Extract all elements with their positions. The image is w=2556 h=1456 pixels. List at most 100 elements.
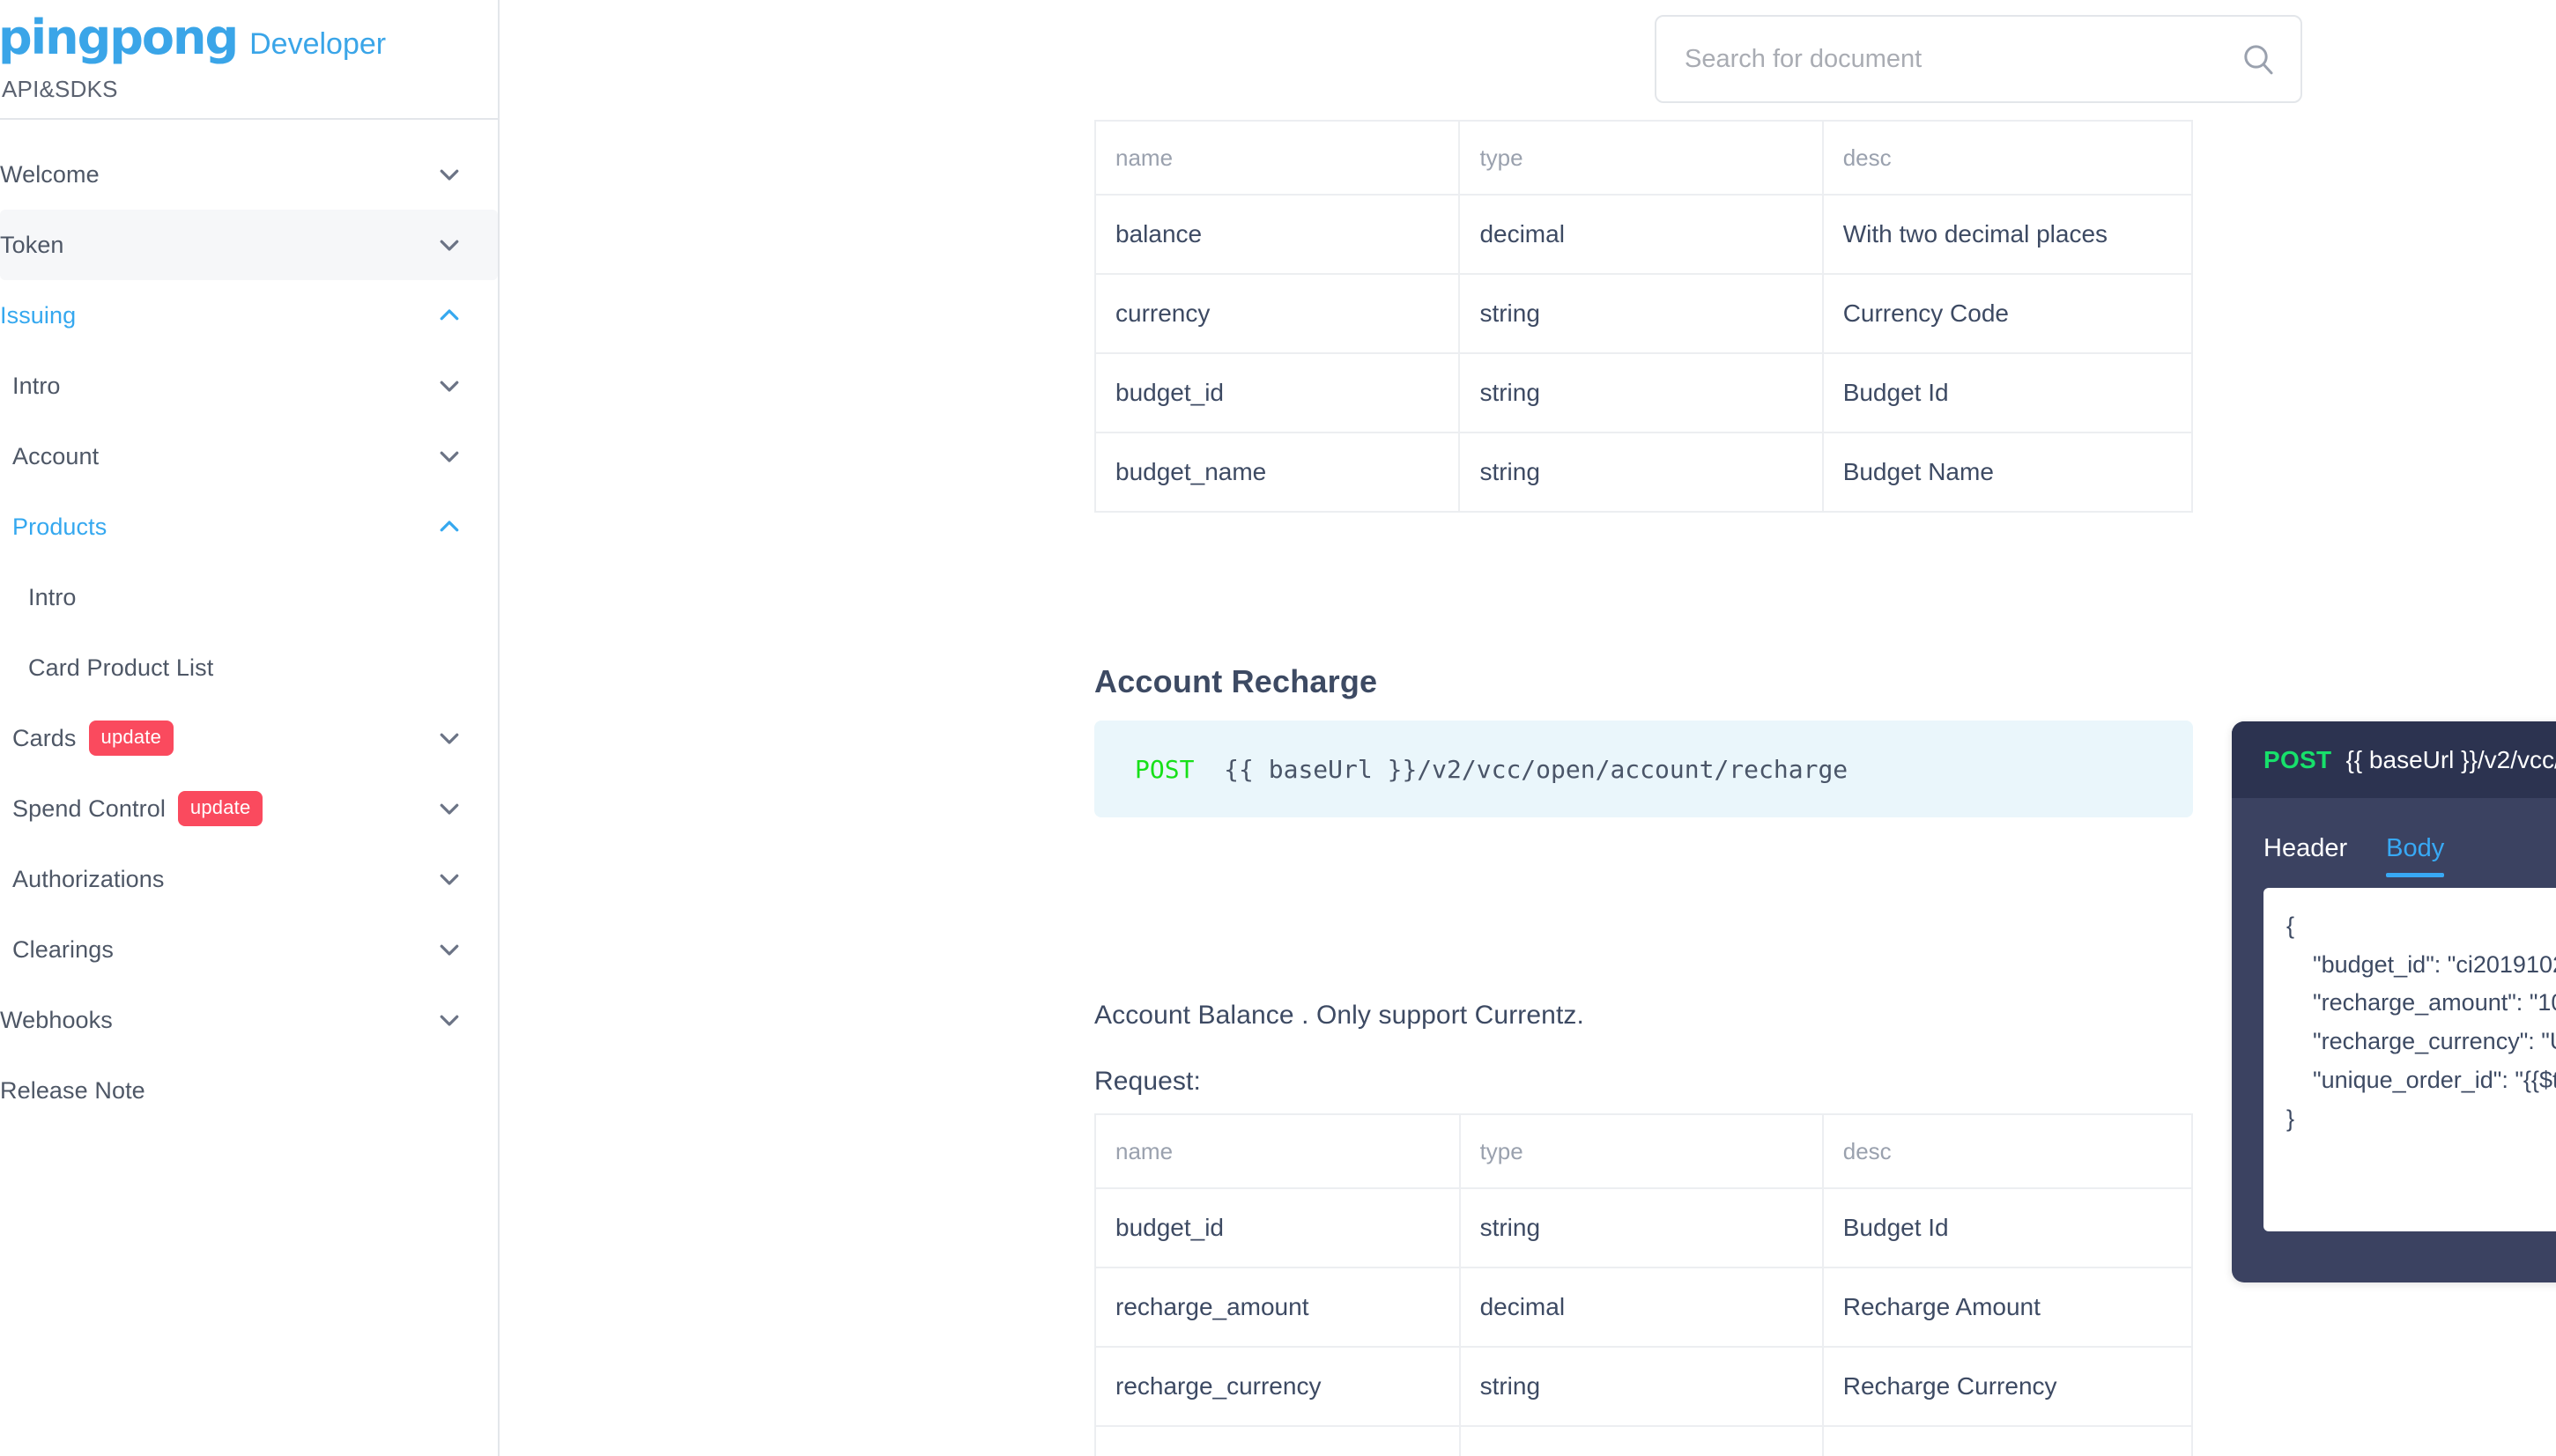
- chevron-down-icon[interactable]: [436, 161, 463, 188]
- sidebar-item-welcome[interactable]: Welcome: [0, 139, 498, 210]
- sidebar-item-label: Release Note: [0, 1076, 145, 1104]
- chevron-down-icon[interactable]: [436, 936, 463, 963]
- table-cell: string: [1459, 432, 1824, 512]
- api-test-panel: POST {{ baseUrl }}/v2/vcc/open/account/r…: [2232, 721, 2556, 1282]
- column-header-name: name: [1095, 1113, 1461, 1188]
- table-cell: Budget Id: [1822, 1187, 2192, 1268]
- top-bar: 2.5.1-Issuing: [500, 0, 2556, 120]
- chevron-down-icon[interactable]: [436, 1007, 463, 1033]
- chevron-down-icon[interactable]: [436, 373, 463, 399]
- column-header-name: name: [1095, 120, 1461, 195]
- table-row: budget_id string Budget Id: [1095, 1187, 2192, 1268]
- response-parameters-table: name type desc balance decimal With two deci…: [1094, 120, 2193, 513]
- chevron-down-icon[interactable]: [436, 232, 463, 258]
- sidebar-item-webhooks[interactable]: Webhooks: [0, 985, 498, 1055]
- chevron-down-icon[interactable]: [436, 795, 463, 822]
- section-title: Account Recharge: [1094, 663, 1378, 699]
- table-cell: Budget Name: [1822, 432, 2192, 512]
- sidebar-item-label: Intro: [28, 583, 77, 610]
- sidebar-item-label: Clearings: [12, 935, 114, 963]
- table-header-row: name type desc: [1095, 1113, 2192, 1188]
- sidebar-item-label: Token: [0, 231, 64, 258]
- chevron-down-icon[interactable]: [436, 866, 463, 892]
- sidebar-item-cards[interactable]: Cards update: [0, 703, 498, 773]
- table-cell: recharge_currency: [1095, 1346, 1461, 1426]
- table-cell: recharge_amount: [1095, 1267, 1461, 1347]
- table-cell: Recharge Currency: [1822, 1346, 2192, 1426]
- table-cell: budget_name: [1095, 432, 1461, 512]
- sidebar-item-label: Intro: [12, 372, 61, 399]
- panel-http-method: POST: [2263, 745, 2332, 773]
- request-table-wrap: name type desc budget_id string Budget Id rec…: [500, 1113, 2193, 1456]
- status-badge: update: [88, 721, 174, 756]
- main-area: 2.5.1-Issuing nametypedesc balancedecima…: [500, 0, 2556, 1456]
- table-row: balance decimal With two decimal places: [1095, 194, 2192, 274]
- sidebar-item-intro[interactable]: Intro: [0, 351, 498, 421]
- response-table-wrap: name type desc balance decimal With two deci…: [500, 120, 2193, 513]
- request-body-editor[interactable]: { "budget_id": "ci201910231405089666", "…: [2263, 888, 2556, 1231]
- search-icon[interactable]: [2241, 41, 2276, 77]
- brand-header: pingpong Developer API&SDKS: [0, 0, 498, 120]
- table-cell: string: [1459, 273, 1824, 353]
- brand-product-label: Developer: [249, 27, 387, 61]
- sidebar-item-card-product-list[interactable]: Card Product List: [0, 632, 498, 703]
- http-method-label: POST: [1135, 754, 1195, 784]
- sidebar-item-label: Account: [12, 442, 100, 469]
- sidebar: pingpong Developer API&SDKS Welcome Token…: [0, 0, 500, 1456]
- endpoint-url-text: {{ baseUrl }}/v2/vcc/open/account/rechar…: [1194, 754, 1848, 784]
- sidebar-item-intro[interactable]: Intro: [0, 562, 498, 632]
- app-root: pingpong Developer API&SDKS Welcome Token…: [0, 0, 2556, 1456]
- sidebar-item-spend-control[interactable]: Spend Control update: [0, 773, 498, 844]
- panel-tabs: Header Body: [2232, 798, 2556, 877]
- table-row: recharge_amount decimal Recharge Amount: [1095, 1267, 2192, 1347]
- chevron-down-icon[interactable]: [436, 443, 463, 469]
- sidebar-item-clearings[interactable]: Clearings: [0, 914, 498, 985]
- table-cell: budget_id: [1095, 1187, 1461, 1268]
- brand-subtitle: API&SDKS: [2, 76, 118, 102]
- chevron-up-icon[interactable]: [436, 302, 463, 329]
- sidebar-item-label: Webhooks: [0, 1006, 113, 1033]
- table-cell: Currency Code: [1822, 273, 2192, 353]
- sidebar-item-label: Welcome: [0, 160, 100, 188]
- tab-header[interactable]: Header: [2263, 834, 2347, 872]
- table-row: unique_order_idstringUnique Order Id: [1095, 1425, 2192, 1456]
- table-cell: string: [1459, 1425, 1824, 1456]
- table-row: budget_name string Budget Name: [1095, 432, 2192, 512]
- sidebar-nav: Welcome Token Issuing Intro Account Products I…: [0, 120, 498, 1126]
- table-cell: string: [1459, 1346, 1824, 1426]
- table-cell: string: [1459, 352, 1824, 432]
- status-badge: update: [177, 791, 263, 826]
- column-header-type: type: [1459, 1113, 1824, 1188]
- request-body-value[interactable]: { "budget_id": "ci201910231405089666", "…: [2263, 888, 2556, 1157]
- chevron-up-icon[interactable]: [436, 514, 463, 540]
- table-cell: Budget Id: [1822, 352, 2192, 432]
- table-row: budget_id string Budget Id: [1095, 352, 2192, 432]
- sidebar-item-label: Products: [12, 513, 107, 540]
- api-panel-header: POST {{ baseUrl }}/v2/vcc/open/account/r…: [2232, 721, 2556, 798]
- search-input[interactable]: [1685, 44, 2241, 74]
- panel-endpoint-url: {{ baseUrl }}/v2/vcc/open/account/rechar…: [2345, 745, 2556, 773]
- search-box[interactable]: [1655, 15, 2302, 103]
- sidebar-item-products[interactable]: Products: [0, 491, 498, 562]
- endpoint-code-block: POST {{ baseUrl }}/v2/vcc/open/account/r…: [1094, 721, 2193, 817]
- brand-row: pingpong Developer: [0, 14, 498, 62]
- column-header-desc: desc: [1822, 1113, 2192, 1188]
- table-row: currency string Currency Code: [1095, 273, 2192, 353]
- table-cell: string: [1459, 1187, 1824, 1268]
- table-cell: unique_order_id: [1095, 1425, 1461, 1456]
- endpoint-code-text: POST {{ baseUrl }}/v2/vcc/open/account/r…: [1135, 755, 1848, 784]
- column-header-desc: desc: [1822, 120, 2192, 195]
- chevron-down-icon[interactable]: [436, 725, 463, 751]
- sidebar-item-token[interactable]: Token: [0, 210, 498, 280]
- sidebar-item-authorizations[interactable]: Authorizations: [0, 844, 498, 914]
- table-cell: With two decimal places: [1822, 194, 2192, 274]
- pingpong-logo: pingpong: [0, 10, 239, 65]
- sidebar-item-release-note[interactable]: Release Note: [0, 1055, 498, 1126]
- sidebar-item-label: Spend Control: [12, 795, 166, 822]
- sidebar-item-account[interactable]: Account: [0, 421, 498, 491]
- tab-body[interactable]: Body: [2386, 834, 2445, 877]
- table-cell: Unique Order Id: [1822, 1425, 2192, 1456]
- sidebar-item-issuing[interactable]: Issuing: [0, 280, 498, 351]
- table-cell: Recharge Amount: [1822, 1267, 2192, 1347]
- sidebar-item-label: Cards: [12, 724, 77, 751]
